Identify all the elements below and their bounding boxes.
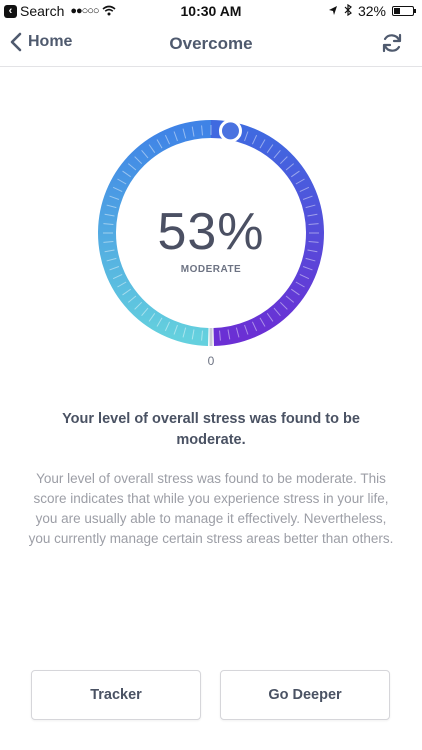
gauge-handle[interactable] [218, 119, 242, 143]
page-title: Overcome [169, 34, 253, 53]
nav-bar: Home Overcome [0, 22, 422, 67]
result-headline: Your level of overall stress was found t… [62, 411, 360, 448]
stress-gauge: 53% MODERATE 0 [0, 118, 422, 388]
gauge-value: 53% [157, 203, 265, 261]
status-bar: ‹ Search ●●○○○ 10:30 AM 32% [0, 0, 422, 22]
status-right: 32% [328, 3, 416, 19]
tracker-button[interactable]: Tracker [31, 670, 201, 720]
battery-icon [392, 6, 416, 16]
go-deeper-button[interactable]: Go Deeper [220, 670, 390, 720]
zero-marker [209, 328, 213, 346]
gauge-zero-label: 0 [207, 354, 215, 368]
bluetooth-icon [344, 3, 352, 19]
location-icon [328, 3, 338, 19]
result-description: Your level of overall stress was found t… [28, 471, 394, 546]
gauge-level-label: MODERATE [180, 264, 242, 275]
battery-percent: 32% [357, 3, 386, 19]
refresh-icon[interactable] [380, 31, 404, 60]
